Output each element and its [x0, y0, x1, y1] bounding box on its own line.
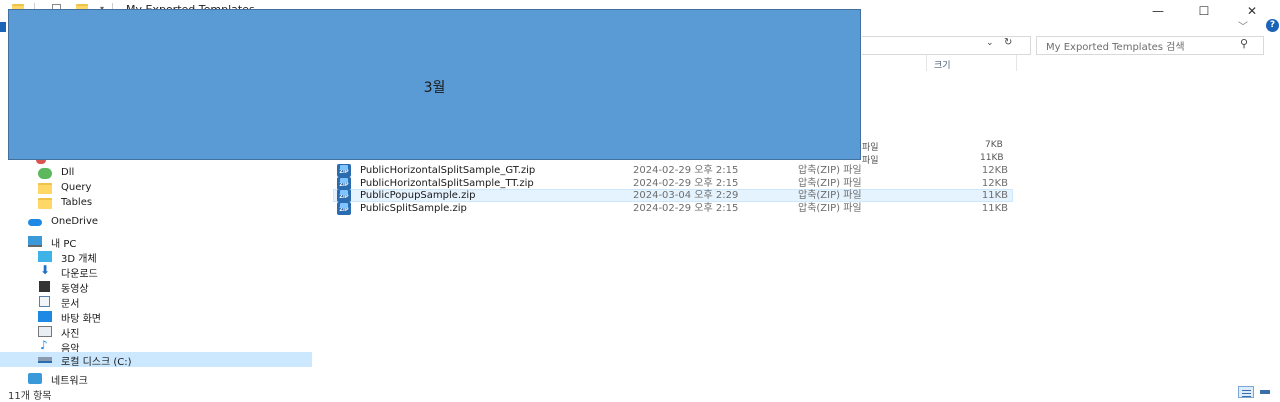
file-name: PublicSplitSample.zip — [360, 203, 467, 214]
file-name: PublicPopupSample.zip — [360, 190, 476, 201]
nav-item-tables[interactable]: Tables — [0, 196, 312, 211]
column-divider[interactable] — [1016, 55, 1017, 71]
zip-file-icon: ZIP — [337, 189, 351, 202]
refresh-icon[interactable]: ↻ — [1004, 37, 1012, 48]
file-size: 11KB — [981, 190, 1008, 201]
nav-item-label: 바탕 화면 — [61, 314, 101, 325]
partial-item-icon — [36, 160, 46, 164]
column-header-size[interactable]: 크기 — [934, 58, 951, 71]
zip-file-icon: ZIP — [337, 202, 351, 215]
nav-item-label: 다운로드 — [61, 269, 98, 280]
folder-icon — [38, 198, 52, 209]
details-view-button[interactable] — [1238, 386, 1254, 398]
document-icon — [39, 296, 50, 307]
peek-size: 7KB — [985, 140, 1003, 150]
desktop-icon — [38, 311, 52, 322]
search-placeholder: My Exported Templates 검색 — [1046, 42, 1185, 53]
cloud-icon — [28, 219, 42, 226]
nav-item-label: 동영상 — [61, 284, 89, 295]
pictures-icon — [38, 326, 52, 337]
zip-file-icon: ZIP — [337, 164, 351, 177]
file-tab[interactable] — [0, 22, 6, 32]
file-size: 11KB — [981, 203, 1008, 214]
nav-item-label: 내 PC — [51, 239, 77, 250]
file-type: 압축(ZIP) 파일 — [798, 190, 862, 201]
file-date: 2024-02-29 오후 2:15 — [633, 203, 739, 214]
video-icon — [39, 281, 50, 292]
overlay-box: 3월 — [8, 9, 861, 160]
nav-item-label: Dll — [61, 167, 75, 178]
nav-item-documents[interactable]: 문서 — [0, 294, 312, 310]
file-row[interactable]: ZIP PublicHorizontalSplitSample_GT.zip 2… — [333, 164, 1013, 177]
nav-item-label: 문서 — [61, 299, 80, 310]
3d-objects-icon — [38, 251, 52, 262]
nav-item-onedrive[interactable]: OneDrive — [0, 215, 312, 230]
file-row[interactable]: ZIP PublicSplitSample.zip 2024-02-29 오후 … — [333, 202, 1013, 215]
drive-icon — [38, 357, 52, 363]
minimize-button[interactable]: — — [1138, 2, 1178, 20]
overlay-text: 3월 — [423, 80, 446, 96]
computer-icon — [28, 236, 42, 247]
nav-item-downloads[interactable]: ⬇ 다운로드 — [0, 263, 312, 280]
nav-item-this-pc[interactable]: 내 PC — [0, 234, 312, 250]
nav-item-label: Query — [61, 182, 92, 193]
nav-item-label: OneDrive — [51, 216, 99, 227]
music-note-icon: ♪ — [40, 338, 48, 352]
file-date: 2024-03-04 오후 2:29 — [633, 190, 739, 201]
dll-folder-icon — [38, 168, 52, 179]
search-icon[interactable]: ⚲ — [1240, 37, 1248, 50]
file-name: PublicHorizontalSplitSample_GT.zip — [360, 165, 536, 176]
file-row-selected[interactable]: ZIP PublicPopupSample.zip 2024-03-04 오후 … — [333, 189, 1013, 202]
large-icons-view-button[interactable] — [1257, 386, 1273, 398]
folder-icon — [38, 183, 52, 194]
nav-item-label: 사진 — [61, 329, 80, 340]
nav-item-local-disk[interactable]: 로컬 디스크 (C:) — [0, 352, 312, 368]
nav-item-videos[interactable]: 동영상 — [0, 279, 312, 295]
nav-item-label: 로컬 디스크 (C:) — [61, 357, 132, 368]
download-arrow-icon: ⬇ — [40, 263, 51, 277]
nav-item-network[interactable]: 네트워크 — [0, 371, 312, 387]
nav-item-label: 3D 개체 — [61, 254, 97, 265]
file-date: 2024-02-29 오후 2:15 — [633, 165, 739, 176]
column-divider[interactable] — [926, 55, 927, 71]
nav-item-label: 네트워크 — [51, 376, 88, 387]
maximize-button[interactable]: ☐ — [1184, 2, 1224, 20]
peek-type: 파일 — [862, 143, 879, 153]
peek-size: 11KB — [980, 153, 1004, 163]
address-dropdown-chevron-icon[interactable]: ⌄ — [986, 38, 994, 48]
nav-item-label: Tables — [61, 197, 93, 208]
file-type: 압축(ZIP) 파일 — [798, 203, 862, 214]
nav-item-pictures[interactable]: 사진 — [0, 324, 312, 340]
nav-item-3d-objects[interactable]: 3D 개체 — [0, 249, 312, 265]
nav-item-query[interactable]: Query — [0, 181, 312, 196]
file-size: 12KB — [981, 165, 1008, 176]
nav-item-dll[interactable]: Dll — [0, 166, 312, 181]
network-icon — [28, 373, 42, 384]
navigation-pane: Dll Query Tables OneDrive 내 PC 3D 개체 ⬇ 다… — [0, 160, 312, 387]
ribbon-expand-chevron-icon[interactable]: ﹀ — [1238, 18, 1248, 33]
help-icon[interactable]: ? — [1266, 19, 1279, 32]
nav-item-desktop[interactable]: 바탕 화면 — [0, 309, 312, 325]
file-type: 압축(ZIP) 파일 — [798, 165, 862, 176]
